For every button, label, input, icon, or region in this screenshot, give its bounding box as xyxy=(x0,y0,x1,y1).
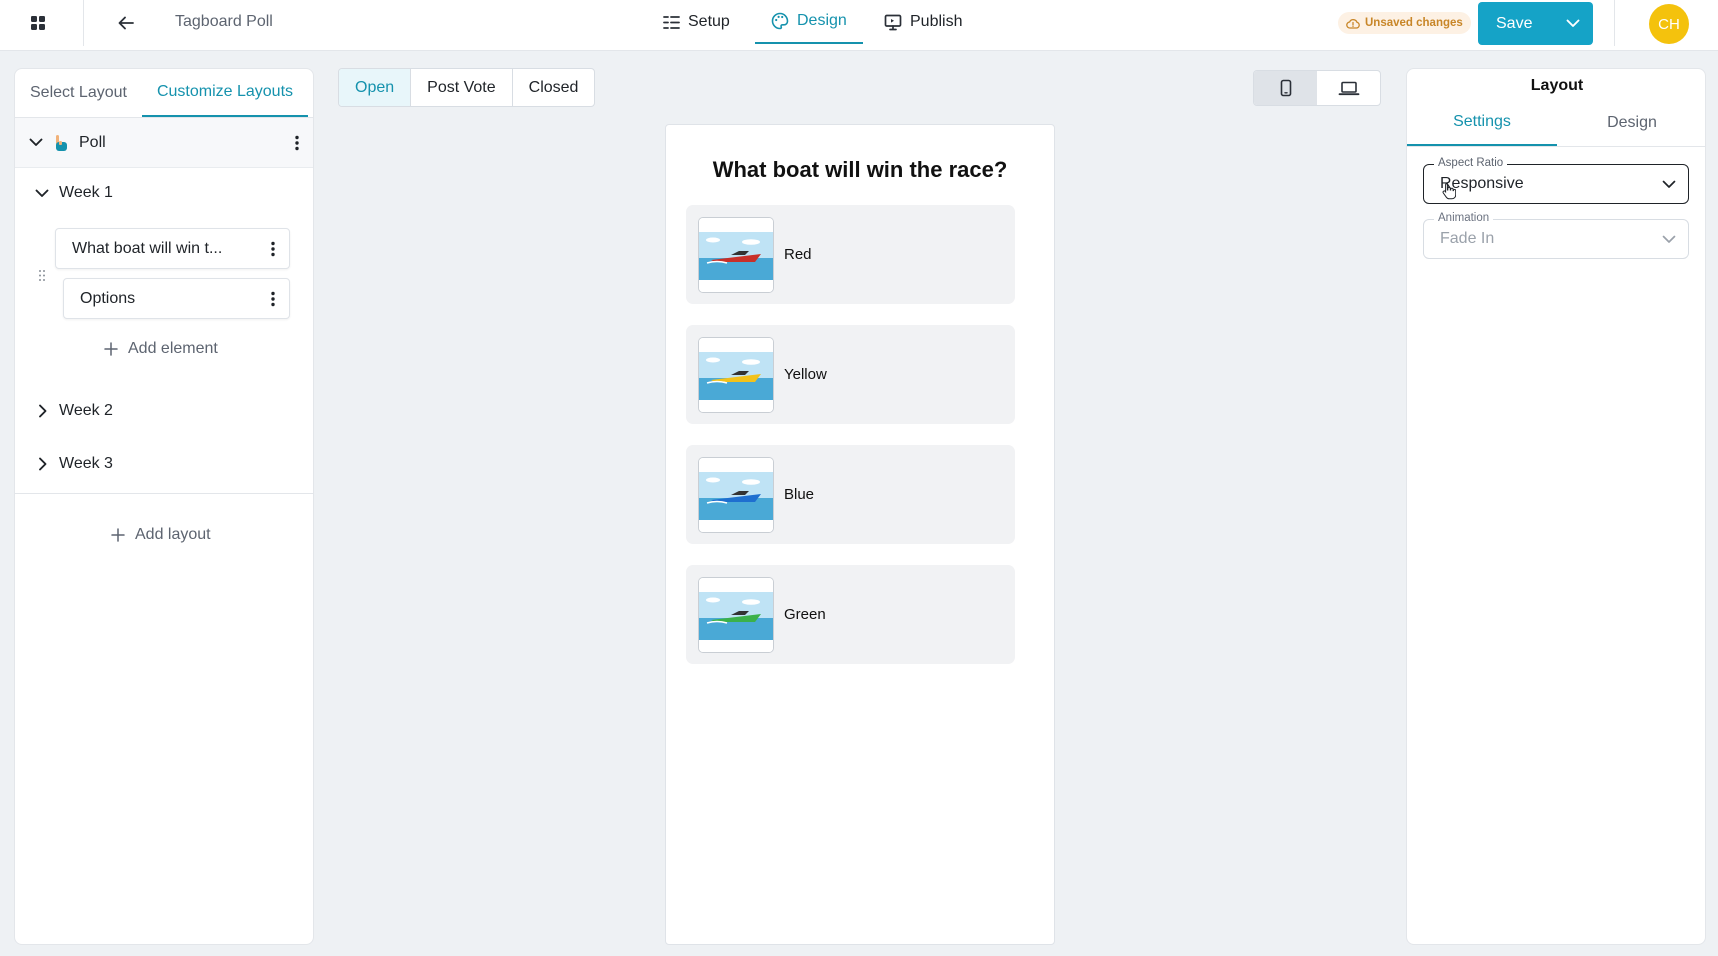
poll-row[interactable]: Poll xyxy=(15,118,313,168)
tab-setup-label: Setup xyxy=(688,13,730,30)
tab-design[interactable]: Design xyxy=(755,0,863,44)
divider xyxy=(15,493,313,494)
element-options-label: Options xyxy=(80,289,136,307)
tab-design[interactable]: Design xyxy=(1557,100,1705,146)
save-button-label: Save xyxy=(1496,14,1533,32)
more-vertical-icon[interactable] xyxy=(271,291,275,307)
tab-design-label: Design xyxy=(797,12,847,29)
element-options[interactable]: Options xyxy=(63,278,290,319)
poll-option[interactable]: Red xyxy=(686,205,1015,304)
layouts-panel: Select Layout Customize Layouts Poll Wee… xyxy=(14,68,314,945)
mobile-icon xyxy=(1280,79,1292,97)
animation-select[interactable]: Animation Fade In xyxy=(1423,212,1689,259)
add-element-button[interactable]: Add element xyxy=(104,340,218,358)
poll-state-toggle: Open Post Vote Closed xyxy=(338,68,596,107)
poll-option[interactable]: Blue xyxy=(686,445,1015,544)
animation-label: Animation xyxy=(1434,212,1494,224)
unsaved-changes-label: Unsaved changes xyxy=(1365,17,1463,29)
list-icon xyxy=(663,15,680,30)
device-toggle xyxy=(1253,70,1381,106)
chevron-right-icon[interactable] xyxy=(35,404,49,418)
chevron-down-icon[interactable] xyxy=(29,138,43,147)
cloud-warning-icon xyxy=(1346,18,1360,29)
option-label: Blue xyxy=(784,486,815,503)
poll-label: Poll xyxy=(79,133,106,151)
state-post-vote-button[interactable]: Post Vote xyxy=(411,69,513,106)
week-3-label: Week 3 xyxy=(59,455,113,472)
tab-publish-label: Publish xyxy=(910,13,963,30)
aspect-ratio-select[interactable]: Aspect Ratio Responsive xyxy=(1423,157,1689,204)
boat-image xyxy=(698,336,774,413)
poll-hand-icon xyxy=(53,134,69,152)
desktop-view-button[interactable] xyxy=(1317,71,1380,105)
poll-preview: What boat will win the race? Red Yellow … xyxy=(665,124,1055,945)
state-open-button[interactable]: Open xyxy=(339,69,412,106)
element-question-label: What boat will win t... xyxy=(72,239,223,257)
boat-image xyxy=(698,576,774,653)
save-options-chevron-down-icon[interactable] xyxy=(1553,2,1593,45)
element-question[interactable]: What boat will win t... xyxy=(55,228,290,269)
add-layout-label: Add layout xyxy=(135,526,211,543)
boat-image xyxy=(698,216,774,293)
add-layout-button[interactable]: Add layout xyxy=(111,526,211,544)
laptop-icon xyxy=(1338,81,1360,96)
top-bar: Tagboard Poll Setup Design Publish Unsav… xyxy=(0,0,1718,51)
tab-publish[interactable]: Publish xyxy=(884,0,962,44)
add-element-label: Add element xyxy=(128,340,218,357)
animation-value: Fade In xyxy=(1440,230,1495,247)
chevron-down-icon xyxy=(1662,180,1676,189)
tab-setup[interactable]: Setup xyxy=(663,0,730,44)
unsaved-changes-badge: Unsaved changes xyxy=(1338,12,1471,34)
palette-icon xyxy=(771,12,789,30)
state-closed-button[interactable]: Closed xyxy=(513,69,595,106)
drag-handle-icon[interactable] xyxy=(38,269,46,282)
tree-item-week-1[interactable]: Week 1 xyxy=(35,184,113,202)
poll-option[interactable]: Green xyxy=(686,565,1015,664)
divider xyxy=(83,0,84,46)
tree-item-week-2[interactable]: Week 2 xyxy=(35,402,113,420)
more-vertical-icon[interactable] xyxy=(295,135,299,151)
plus-icon xyxy=(104,342,118,356)
week-1-label: Week 1 xyxy=(59,184,113,201)
aspect-ratio-label: Aspect Ratio xyxy=(1434,157,1508,169)
plus-icon xyxy=(111,528,125,542)
option-label: Green xyxy=(784,606,826,623)
boat-image xyxy=(698,456,774,533)
week-2-label: Week 2 xyxy=(59,402,113,419)
panel-title: Layout xyxy=(1530,77,1584,94)
layouts-panel-tabs: Select Layout Customize Layouts xyxy=(15,69,313,118)
option-label: Red xyxy=(784,246,812,263)
save-button[interactable]: Save xyxy=(1478,2,1593,45)
chevron-down-icon xyxy=(1662,235,1676,244)
poll-question: What boat will win the race? xyxy=(712,157,1008,182)
option-label: Yellow xyxy=(784,366,827,383)
app-title: Tagboard Poll xyxy=(175,13,273,30)
tab-settings[interactable]: Settings xyxy=(1407,100,1557,146)
layout-panel-tabs: Settings Design xyxy=(1407,100,1705,147)
apps-grid-icon[interactable] xyxy=(30,15,46,31)
tab-select-layout[interactable]: Select Layout xyxy=(15,69,142,117)
more-vertical-icon[interactable] xyxy=(271,241,275,257)
monitor-icon xyxy=(884,14,902,31)
chevron-down-icon[interactable] xyxy=(35,189,49,198)
divider xyxy=(1614,0,1615,46)
tab-customize-layouts[interactable]: Customize Layouts xyxy=(141,69,309,117)
tree-item-week-3[interactable]: Week 3 xyxy=(35,455,113,473)
poll-option[interactable]: Yellow xyxy=(686,325,1015,424)
layout-settings-panel: Layout Settings Design Aspect Ratio Resp… xyxy=(1406,68,1706,945)
back-arrow-icon[interactable] xyxy=(117,14,135,32)
mobile-view-button[interactable] xyxy=(1254,71,1317,105)
avatar[interactable]: CH xyxy=(1649,4,1689,44)
chevron-right-icon[interactable] xyxy=(35,457,49,471)
pointer-cursor-icon xyxy=(1442,182,1456,200)
